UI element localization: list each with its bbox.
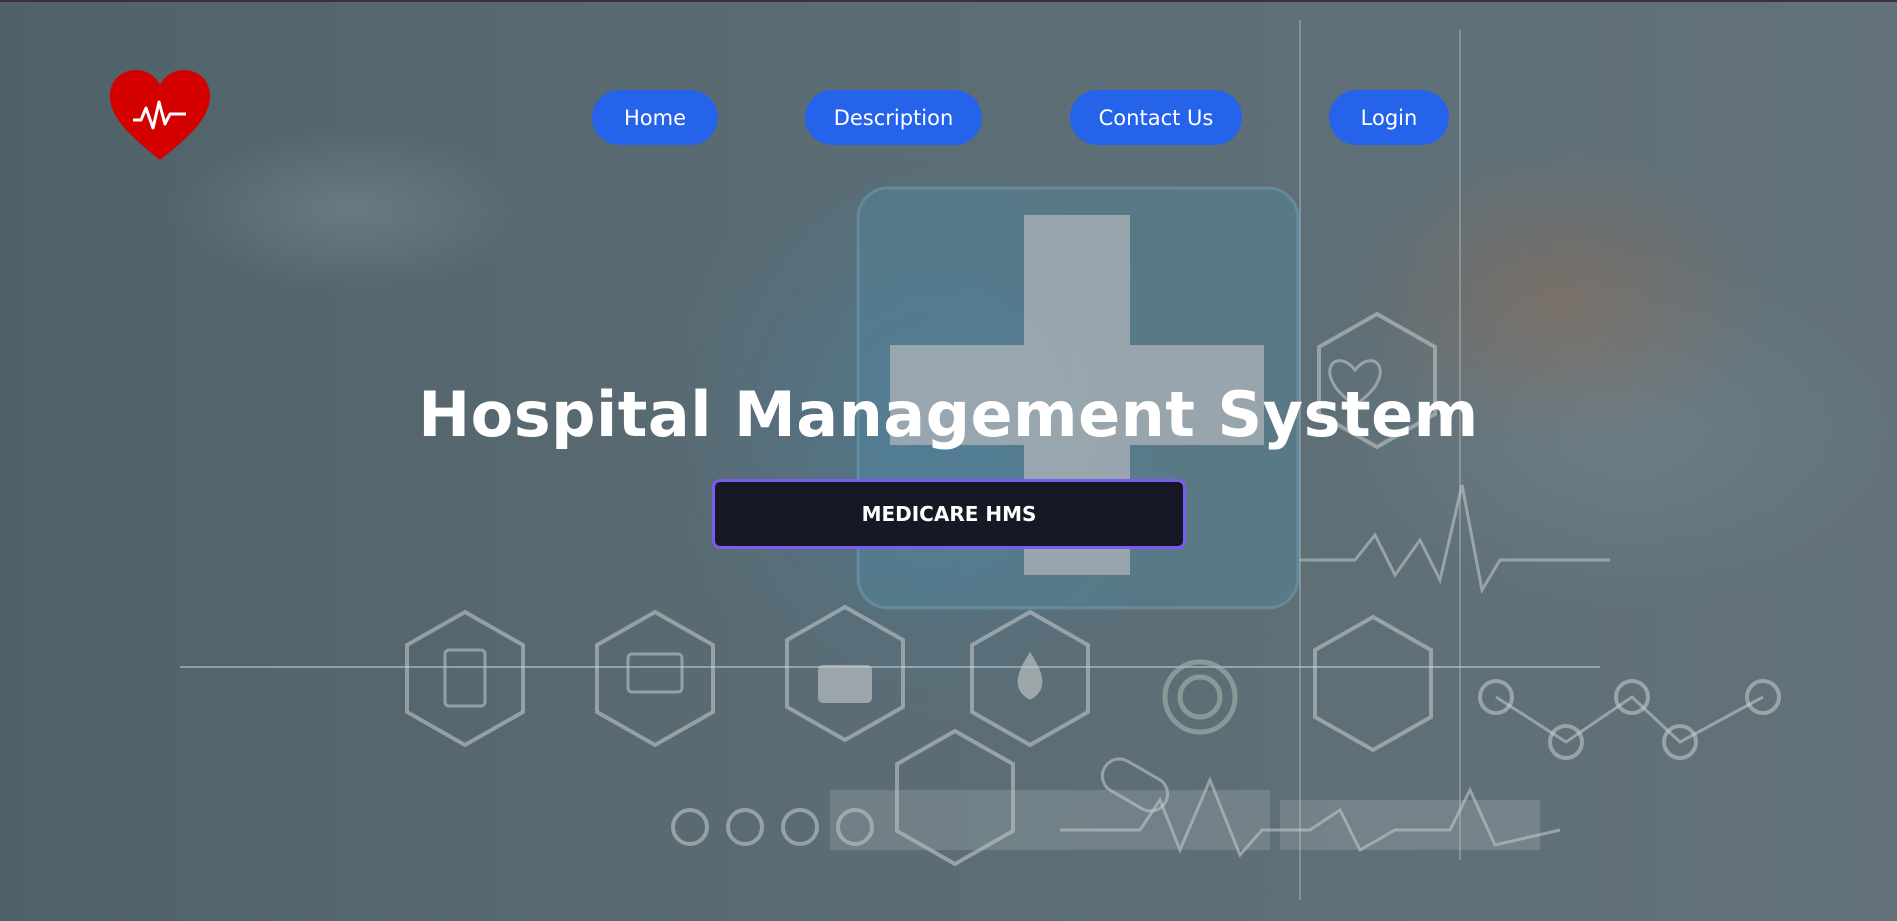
top-border <box>0 0 1897 2</box>
heart-pulse-icon[interactable] <box>108 68 212 164</box>
nav-home-button[interactable]: Home <box>592 90 718 145</box>
medicare-hms-button[interactable]: MEDICARE HMS <box>712 479 1186 549</box>
nav-contact-button[interactable]: Contact Us <box>1070 90 1242 145</box>
nav-login-button[interactable]: Login <box>1329 90 1449 145</box>
nav-description-button[interactable]: Description <box>805 90 982 145</box>
page-title: Hospital Management System <box>418 378 1479 451</box>
